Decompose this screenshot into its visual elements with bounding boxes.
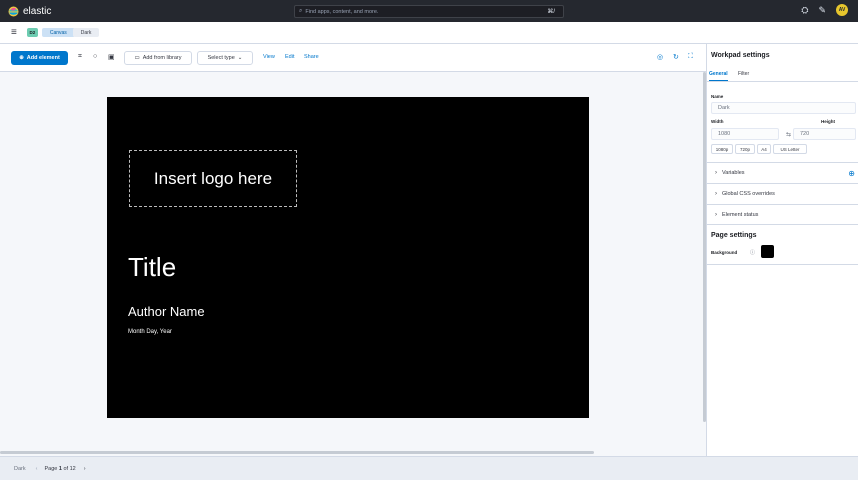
breadcrumb-bar: ≡ D2 Canvas Dark (0, 22, 858, 44)
global-css-section[interactable]: › Global CSS overrides (707, 183, 858, 204)
element-status-section[interactable]: › Element status (707, 204, 858, 225)
search-placeholder: Find apps, content, and more. (305, 8, 379, 15)
image-tool-icon[interactable]: ▣ (108, 53, 115, 61)
preset-1080p-button[interactable]: 1080p (711, 144, 733, 154)
global-search-input[interactable]: ⌕ Find apps, content, and more. ⌘/ (294, 5, 564, 18)
height-field[interactable]: 720 (793, 128, 856, 140)
folder-icon: ▭ (134, 55, 140, 61)
view-menu-link[interactable]: View (263, 54, 275, 60)
fullscreen-icon[interactable]: ⛶ (688, 53, 693, 61)
width-field[interactable]: 1080 (711, 128, 779, 140)
brand[interactable]: elastic (8, 6, 51, 17)
variables-label: Variables (722, 170, 745, 176)
logo-placeholder[interactable]: Insert logo here (129, 150, 297, 207)
canvas-toolbar: ⊕ Add element ⌗ ○ ▣ ▭ Add from library S… (0, 44, 706, 72)
add-element-button[interactable]: ⊕ Add element (11, 51, 68, 65)
element-status-label: Element status (722, 211, 759, 218)
variables-section[interactable]: › Variables ⊕ (707, 162, 858, 183)
add-element-label: Add element (26, 55, 60, 61)
slide-author[interactable]: Author Name (128, 304, 205, 319)
workpad-page[interactable]: Insert logo here Title Author Name Month… (107, 97, 589, 418)
text-tool-icon[interactable]: ⌗ (78, 53, 82, 61)
avatar[interactable]: AV (836, 4, 848, 16)
add-from-library-label: Add from library (142, 55, 182, 61)
name-label: Name (711, 94, 724, 99)
plus-circle-icon: ⊕ (19, 55, 24, 61)
workpad-name: Dark (14, 465, 26, 472)
name-field[interactable]: Dark (711, 102, 856, 114)
chevron-down-icon: ⌄ (237, 55, 243, 61)
page-of: of 12 (63, 465, 76, 472)
settings-title: Workpad settings (711, 52, 770, 59)
select-type-dropdown[interactable]: Select type ⌄ (197, 51, 253, 65)
page-navigation-bar: Dark ‹ Page 1 of 12 › (0, 456, 858, 480)
help-icon[interactable]: ⛭ (801, 5, 808, 16)
preset-720p-button[interactable]: 720p (735, 144, 755, 154)
newsfeed-icon[interactable]: ✎ (818, 5, 826, 16)
page-indicator[interactable]: Page 1 of 12 (44, 466, 75, 472)
search-icon: ⌕ (299, 8, 303, 14)
next-page-icon[interactable]: › (84, 466, 86, 472)
background-label: Background (711, 250, 738, 255)
preset-a4-button[interactable]: A4 (757, 144, 771, 154)
swap-dimensions-icon[interactable]: ⇆ (786, 131, 791, 138)
select-type-label: Select type (207, 55, 235, 61)
breadcrumb-canvas[interactable]: Canvas (41, 28, 75, 37)
page-current: 1 (58, 465, 62, 472)
height-label: Height (821, 119, 835, 124)
workpad-settings-panel: Workpad settings General Filter Name Dar… (706, 44, 858, 456)
elastic-logo-icon (8, 6, 19, 17)
slide-title[interactable]: Title (128, 252, 176, 283)
page-text: Page (44, 465, 58, 472)
width-label: Width (711, 119, 724, 124)
chevron-right-icon: › (715, 191, 717, 197)
global-css-label: Global CSS overrides (722, 191, 775, 197)
search-shortcut: ⌘/ (547, 9, 555, 15)
hide-edit-controls-icon[interactable]: ◎ (657, 53, 663, 61)
horizontal-scrollbar[interactable] (0, 451, 594, 454)
brand-name: elastic (23, 5, 52, 17)
divider (707, 264, 858, 265)
tab-filter[interactable]: Filter (738, 71, 749, 77)
settings-tabs: General Filter (707, 68, 858, 82)
space-badge[interactable]: D2 (26, 28, 38, 37)
info-icon: ⓘ (750, 250, 756, 256)
slide-date[interactable]: Month Day, Year (128, 329, 172, 335)
menu-icon[interactable]: ≡ (11, 27, 17, 38)
add-from-library-button[interactable]: ▭ Add from library (124, 51, 192, 65)
header-actions: ⛭ ✎ AV (801, 4, 848, 16)
page-settings-title: Page settings (711, 232, 757, 239)
top-header: elastic ⌕ Find apps, content, and more. … (0, 0, 858, 22)
add-variable-icon[interactable]: ⊕ (848, 169, 855, 178)
previous-page-icon[interactable]: ‹ (36, 466, 38, 472)
chevron-right-icon: › (715, 211, 717, 218)
breadcrumb-dark: Dark (72, 28, 100, 37)
background-color-swatch[interactable] (761, 245, 774, 258)
edit-menu-link[interactable]: Edit (285, 54, 294, 60)
tab-general[interactable]: General (709, 71, 728, 81)
refresh-icon[interactable]: ↻ (673, 53, 679, 61)
share-menu-link[interactable]: Share (304, 54, 319, 60)
preset-us-letter-button[interactable]: US Letter (773, 144, 807, 154)
shape-tool-icon[interactable]: ○ (93, 53, 97, 60)
chevron-right-icon: › (715, 170, 717, 176)
